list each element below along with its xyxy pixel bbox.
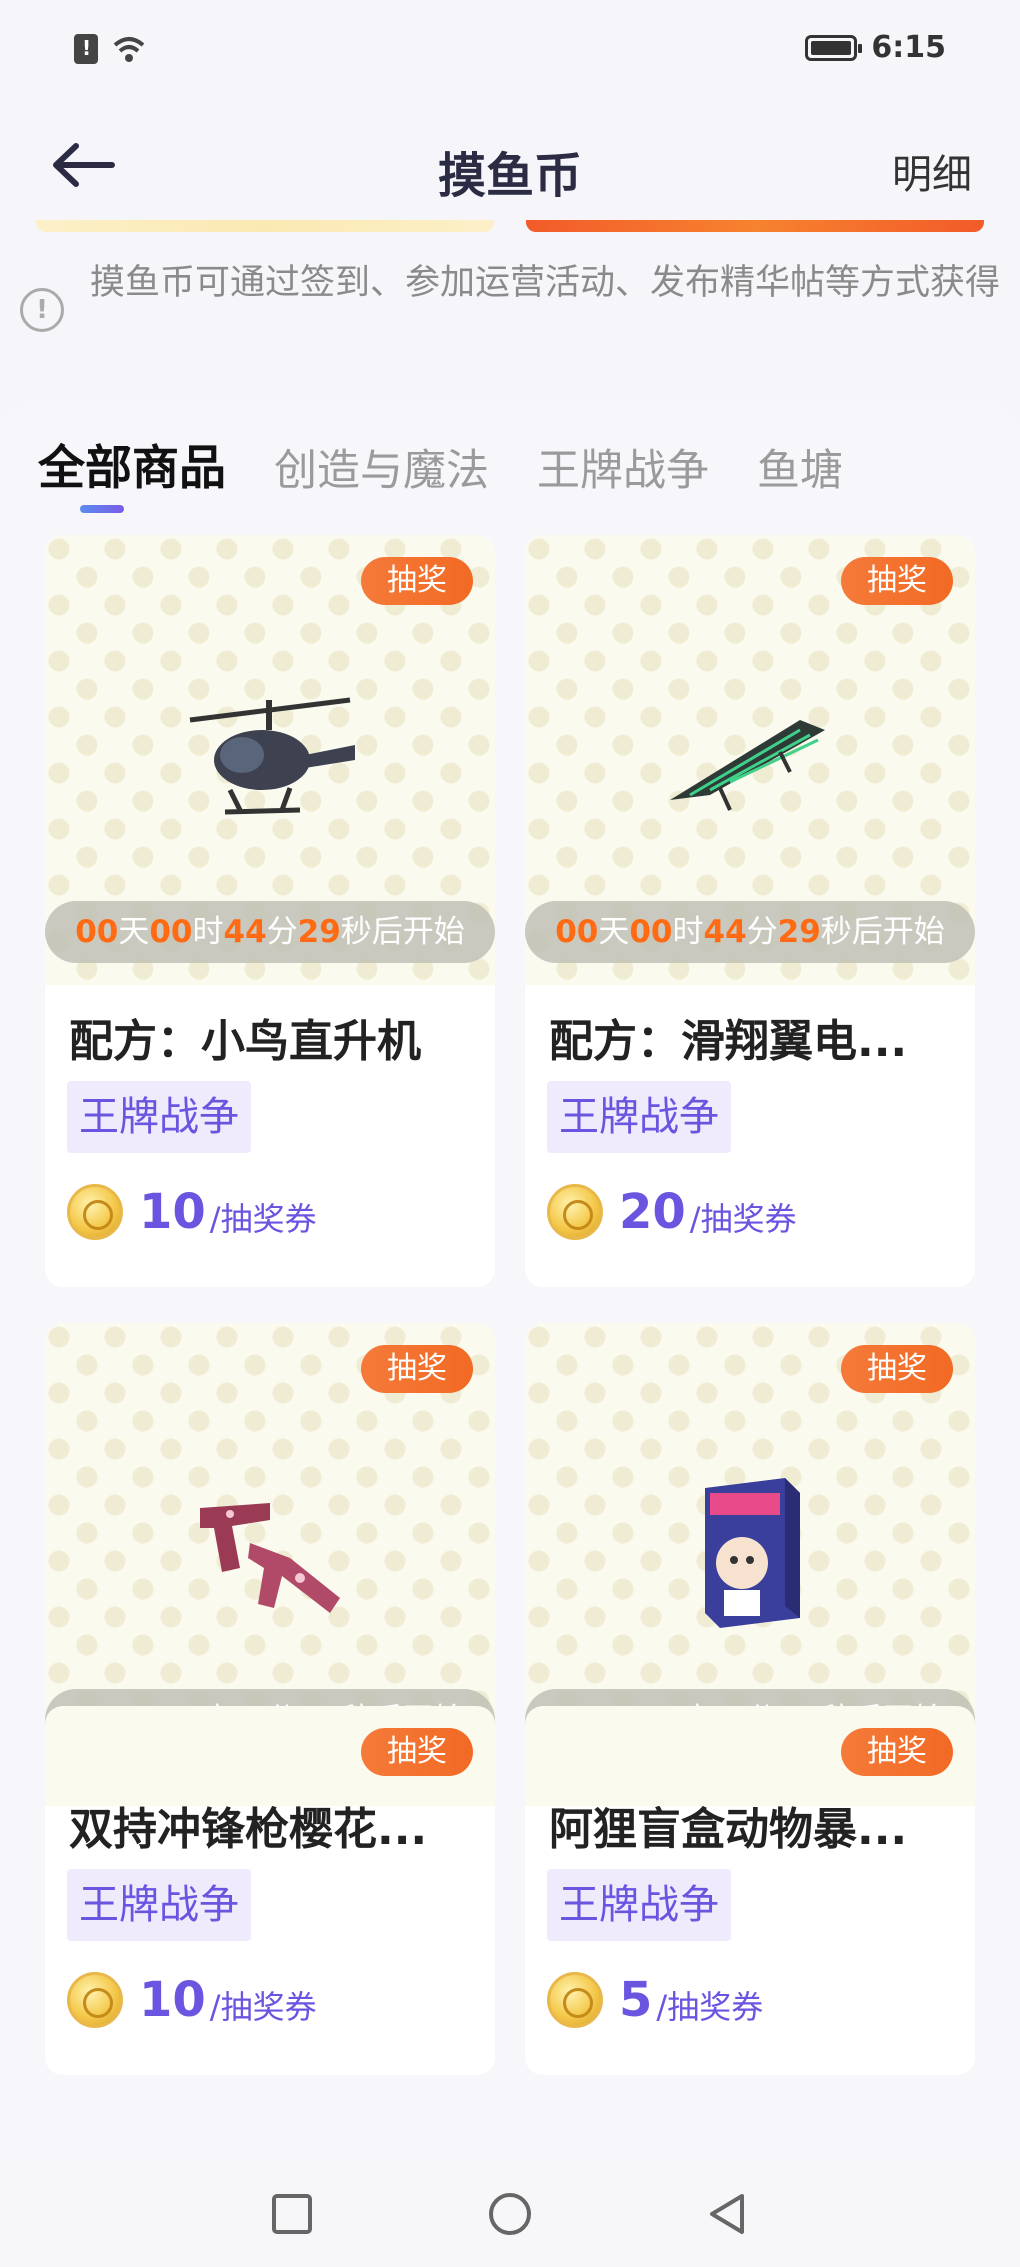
product-card-partial[interactable]: 抽奖 <box>45 1706 495 1806</box>
game-tag: 王牌战争 <box>67 1869 251 1941</box>
helicopter-image <box>189 697 355 815</box>
wifi-icon <box>113 37 145 62</box>
fish-coin-icon <box>67 1972 123 2028</box>
price-row: 5 /抽奖券 <box>547 1965 763 2035</box>
price-value: 5 <box>619 1972 653 2028</box>
tab-fish-pond[interactable]: 鱼塘 <box>757 436 843 498</box>
detail-link[interactable]: 明细 <box>892 142 972 200</box>
lottery-badge: 抽奖 <box>841 1728 953 1776</box>
status-icons-right: 6:15 <box>805 30 946 65</box>
tab-indicator <box>80 505 124 513</box>
banner-card-right[interactable] <box>526 220 984 232</box>
status-bar: 6:15 <box>0 0 1020 100</box>
product-card[interactable]: 抽奖 00天00时44分29秒后开始 阿狸盲盒动物暴... 王牌战争 5 /抽奖… <box>525 1323 975 2075</box>
product-card[interactable]: 抽奖 00天00时44分29秒后开始 配方：滑翔翼电... 王牌战争 20 /抽… <box>525 535 975 1287</box>
recent-apps-icon[interactable] <box>268 2190 316 2238</box>
product-card-partial[interactable]: 抽奖 <box>525 1706 975 1806</box>
lottery-badge: 抽奖 <box>361 1345 473 1393</box>
countdown-timer: 00天00时44分29秒后开始 <box>45 901 495 963</box>
nav-bar: 摸鱼币 明细 <box>0 110 1020 220</box>
game-tag: 王牌战争 <box>547 1869 731 1941</box>
price-value: 10 <box>139 1972 206 2028</box>
notice-text: 摸鱼币可通过签到、参加运营活动、发布精华帖等方式获得 <box>90 263 1001 303</box>
price-unit: /抽奖券 <box>689 1200 797 1238</box>
lottery-badge: 抽奖 <box>361 557 473 605</box>
glider-image <box>670 720 825 811</box>
price-row: 20 /抽奖券 <box>547 1177 797 1247</box>
status-icons-left <box>74 34 146 64</box>
lottery-badge: 抽奖 <box>841 1345 953 1393</box>
tab-ace-war[interactable]: 王牌战争 <box>537 436 709 498</box>
product-title: 配方：小鸟直升机 <box>69 1016 421 1067</box>
back-icon[interactable] <box>704 2190 752 2238</box>
dual-smg-image <box>200 1503 340 1613</box>
product-card[interactable]: 抽奖 00天00时44分29秒后开始 配方：小鸟直升机 王牌战争 10 /抽奖券 <box>45 535 495 1287</box>
battery-icon <box>805 34 863 61</box>
price-value: 10 <box>139 1184 206 1240</box>
lottery-badge: 抽奖 <box>361 1728 473 1776</box>
price-unit: /抽奖券 <box>209 1988 317 2026</box>
price-row: 10 /抽奖券 <box>67 1177 317 1247</box>
game-tag: 王牌战争 <box>547 1081 731 1153</box>
banner-card-left[interactable] <box>36 220 494 232</box>
sim-alert-icon <box>74 34 98 64</box>
price-unit: /抽奖券 <box>209 1200 317 1238</box>
product-panel: 全部商品 创造与魔法 王牌战争 鱼塘 抽奖 00天00时44分29秒后开始 配方… <box>0 405 1020 2165</box>
game-tag: 王牌战争 <box>67 1081 251 1153</box>
product-title: 配方：滑翔翼电... <box>549 1016 908 1067</box>
page-title: 摸鱼币 <box>437 148 582 204</box>
price-row: 10 /抽奖券 <box>67 1965 317 2035</box>
product-card[interactable]: 抽奖 00天00时44分29秒后开始 双持冲锋枪樱花... 王牌战争 10 /抽… <box>45 1323 495 2075</box>
home-icon[interactable] <box>486 2190 534 2238</box>
blind-box-image <box>705 1478 800 1628</box>
product-grid: 抽奖 00天00时44分29秒后开始 配方：小鸟直升机 王牌战争 10 /抽奖券… <box>45 535 975 2075</box>
tab-create-and-magic[interactable]: 创造与魔法 <box>274 436 489 498</box>
price-value: 20 <box>619 1184 686 1240</box>
fish-coin-icon <box>67 1184 123 1240</box>
fish-coin-icon <box>547 1184 603 1240</box>
clock: 6:15 <box>871 30 946 65</box>
countdown-timer: 00天00时44分29秒后开始 <box>525 901 975 963</box>
lottery-badge: 抽奖 <box>841 557 953 605</box>
system-nav-bar <box>0 2160 1020 2267</box>
fish-coin-icon <box>547 1972 603 2028</box>
tab-all-products[interactable]: 全部商品 <box>38 429 226 498</box>
category-tabs: 全部商品 创造与魔法 王牌战争 鱼塘 <box>38 429 843 498</box>
info-icon: ! <box>20 288 64 332</box>
price-unit: /抽奖券 <box>656 1988 764 2026</box>
